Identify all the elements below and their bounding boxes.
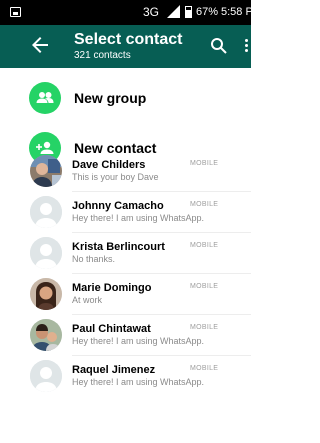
network-type: 3G	[143, 5, 160, 19]
clock: 5:58 P	[221, 6, 253, 18]
phone-type: MOBILE	[190, 201, 219, 208]
avatar	[30, 278, 62, 310]
contact-row[interactable]: Johnny Camacho Hey there! I am using Wha…	[0, 192, 251, 233]
search-icon[interactable]	[210, 37, 228, 55]
contact-row[interactable]: Raquel Jimenez Hey there! I am using Wha…	[0, 356, 251, 397]
default-avatar-icon	[30, 237, 62, 269]
back-arrow-icon[interactable]	[28, 33, 52, 57]
phone-type: MOBILE	[190, 160, 219, 167]
contact-name: Johnny Camacho	[72, 200, 164, 212]
contact-name: Marie Domingo	[72, 282, 152, 294]
phone-type: MOBILE	[190, 365, 219, 372]
contact-list: Dave Childers This is your boy Dave MOBI…	[0, 151, 251, 397]
more-options-icon[interactable]	[242, 37, 251, 55]
status-bar: 3G 67% 5:58 P	[0, 0, 253, 25]
battery-level: 67%	[196, 6, 219, 18]
contact-row[interactable]: Dave Childers This is your boy Dave MOBI…	[0, 151, 251, 192]
page-title: Select contact	[74, 31, 183, 48]
default-avatar-icon	[30, 196, 62, 228]
app-bar: Select contact 321 contacts	[0, 25, 251, 68]
contact-row[interactable]: Krista Berlincourt No thanks. MOBILE	[0, 233, 251, 274]
contact-status: No thanks.	[72, 254, 116, 264]
avatar	[30, 319, 62, 351]
group-add-icon	[29, 82, 61, 114]
contact-count: 321 contacts	[74, 50, 131, 61]
header-titles: Select contact 321 contacts	[74, 30, 182, 62]
contact-name: Krista Berlincourt	[72, 241, 165, 253]
contact-name: Paul Chintawat	[72, 323, 151, 335]
notification-image-icon	[10, 7, 21, 17]
new-group-button[interactable]: New group	[0, 74, 251, 124]
default-avatar-icon	[30, 360, 62, 392]
signal-icon	[167, 5, 180, 18]
battery-icon	[185, 6, 192, 18]
contact-status: At work	[72, 295, 103, 305]
contact-status: This is your boy Dave	[72, 172, 159, 182]
contact-status: Hey there! I am using WhatsApp.	[72, 377, 205, 387]
contact-row[interactable]: Paul Chintawat Hey there! I am using Wha…	[0, 315, 251, 356]
phone-type: MOBILE	[190, 283, 219, 290]
contact-name: Dave Childers	[72, 159, 146, 171]
contact-status: Hey there! I am using WhatsApp.	[72, 213, 205, 223]
contact-row[interactable]: Marie Domingo At work MOBILE	[0, 274, 251, 315]
phone-type: MOBILE	[190, 324, 219, 331]
avatar	[30, 155, 62, 187]
new-group-label: New group	[74, 90, 147, 106]
phone-type: MOBILE	[190, 242, 219, 249]
contact-name: Raquel Jimenez	[72, 364, 156, 376]
contact-status: Hey there! I am using WhatsApp.	[72, 336, 205, 346]
